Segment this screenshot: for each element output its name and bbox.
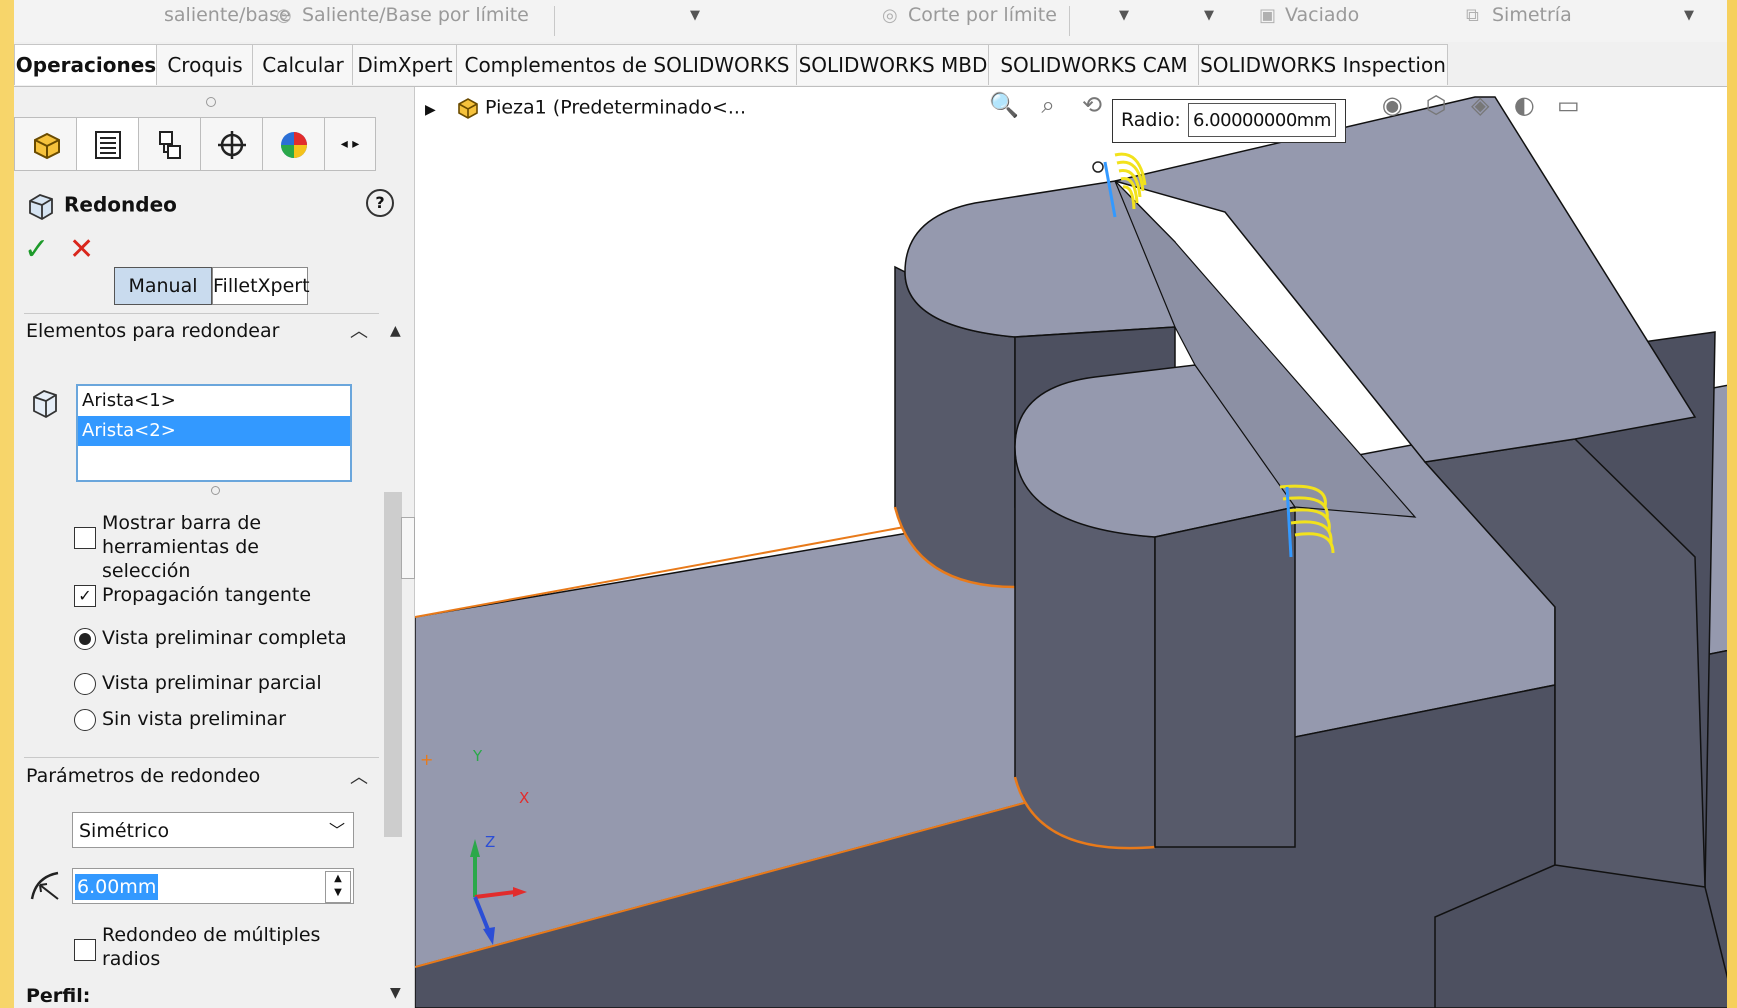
part-icon bbox=[455, 95, 485, 121]
option-label: Mostrar barra de herramientas de selecci… bbox=[102, 512, 262, 582]
cmd-extrude-base[interactable]: saliente/base bbox=[164, 4, 291, 26]
zoom-to-area-icon[interactable]: ⌕ bbox=[1029, 91, 1067, 119]
display-style-icon[interactable]: ◈ bbox=[1461, 91, 1499, 119]
axis-x-label: X bbox=[519, 789, 530, 807]
mirror-icon: ⧉ bbox=[1466, 5, 1479, 26]
chevron-down-icon[interactable]: ▼ bbox=[690, 8, 700, 23]
cancel-button[interactable]: ✕ bbox=[69, 232, 94, 267]
fillet-method-select[interactable]: Simétrico ﹀ bbox=[72, 812, 354, 848]
fillet-icon bbox=[26, 191, 56, 221]
hide-show-items-icon[interactable]: ◐ bbox=[1505, 91, 1543, 119]
radius-input[interactable]: 6.00mm ▲ ▼ bbox=[72, 868, 354, 904]
filletxpert-button[interactable]: FilletXpert bbox=[212, 267, 310, 305]
chevron-down-icon[interactable]: ▼ bbox=[1684, 8, 1694, 23]
scrollbar-thumb[interactable] bbox=[384, 492, 402, 837]
zoom-to-fit-icon[interactable]: 🔍 bbox=[985, 91, 1023, 119]
panel-grip[interactable] bbox=[206, 97, 216, 107]
list-resize-grip[interactable] bbox=[211, 486, 220, 495]
feature-manager-icon[interactable] bbox=[14, 117, 78, 171]
divider bbox=[24, 757, 379, 758]
tab-dimxpert[interactable]: DimXpert bbox=[352, 44, 458, 85]
option-label: Sin vista preliminar bbox=[102, 708, 286, 730]
property-manager-icon[interactable] bbox=[76, 117, 140, 171]
radius-callout[interactable]: Radio: 6.00000000mm bbox=[1112, 99, 1346, 143]
boundary-boss-icon: ◎ bbox=[276, 5, 292, 26]
previous-view-icon[interactable]: ⟲ bbox=[1073, 91, 1111, 119]
list-item[interactable]: Arista<1> bbox=[78, 386, 350, 416]
manual-button[interactable]: Manual bbox=[114, 267, 212, 305]
view-orientation-icon[interactable]: ⬡ bbox=[1417, 91, 1455, 119]
feature-tree-root[interactable]: ▶ Pieza1 (Predeterminado<... bbox=[425, 95, 746, 121]
option-label: Propagación tangente bbox=[102, 584, 312, 606]
tab-croquis[interactable]: Croquis bbox=[156, 44, 254, 85]
radius-icon bbox=[28, 867, 64, 903]
feature-tabs: ◂ ▸ bbox=[14, 117, 414, 171]
help-icon[interactable]: ? bbox=[366, 189, 394, 217]
axis-z-label: Z bbox=[485, 833, 496, 851]
divider bbox=[554, 6, 555, 36]
solidworks-window: saliente/base ◎ Saliente/Base por límite … bbox=[14, 0, 1727, 1008]
multi-radius-checkbox[interactable] bbox=[74, 939, 96, 961]
section-view-icon[interactable]: ◉ bbox=[1373, 91, 1411, 119]
edge-selection-icon bbox=[30, 387, 60, 421]
partial-preview-radio[interactable] bbox=[74, 673, 96, 695]
radius-callout-field[interactable]: 6.00000000mm bbox=[1188, 103, 1336, 137]
chevron-down-icon[interactable]: ▼ bbox=[1204, 8, 1214, 23]
command-manager-tabs: Operaciones Croquis Calcular DimXpert Co… bbox=[14, 42, 1727, 87]
section-title-params: Parámetros de redondeo bbox=[26, 765, 261, 787]
expand-arrow-icon[interactable]: ▶ bbox=[425, 102, 449, 118]
edge-selection-list[interactable]: Arista<1> Arista<2> bbox=[76, 384, 352, 482]
tab-mbd[interactable]: SOLIDWORKS MBD bbox=[796, 44, 990, 85]
axis-y-label: Y bbox=[473, 747, 483, 765]
model-3d-view[interactable]: + bbox=[415, 87, 1727, 1008]
display-manager-icon[interactable] bbox=[262, 117, 326, 171]
divider bbox=[24, 313, 379, 314]
divider bbox=[1069, 6, 1070, 36]
svg-text:+: + bbox=[420, 750, 433, 769]
full-preview-radio[interactable] bbox=[74, 628, 96, 650]
no-preview-radio[interactable] bbox=[74, 709, 96, 731]
ok-button[interactable]: ✓ bbox=[24, 232, 49, 267]
dimxpert-icon[interactable] bbox=[200, 117, 264, 171]
shell-icon: ▣ bbox=[1259, 5, 1277, 26]
monitor-icon[interactable]: ▭ bbox=[1549, 91, 1587, 119]
scroll-down-icon[interactable]: ▼ bbox=[390, 985, 401, 1001]
tab-scroll-arrows[interactable]: ◂ ▸ bbox=[324, 117, 376, 171]
command-strip: saliente/base ◎ Saliente/Base por límite … bbox=[14, 0, 1727, 43]
property-manager-panel: ◂ ▸ Redondeo ? ✓ ✕ Manual FilletXpert El… bbox=[14, 87, 415, 1008]
panel-splitter-handle[interactable] bbox=[401, 517, 415, 579]
option-label: Redondeo de múltiples radios bbox=[102, 924, 321, 970]
spin-buttons[interactable]: ▲ ▼ bbox=[325, 871, 351, 903]
page-title: Redondeo bbox=[26, 191, 177, 221]
option-label: Vista preliminar completa bbox=[102, 627, 347, 649]
cmd-mirror[interactable]: ⧉ Simetría bbox=[1466, 4, 1572, 26]
tangent-propagation-checkbox[interactable]: ✓ bbox=[74, 585, 96, 607]
tab-complementos[interactable]: Complementos de SOLIDWORKS bbox=[456, 44, 798, 85]
section-title-profile: Perfil: bbox=[26, 985, 91, 1007]
cmd-shell[interactable]: ▣ Vaciado bbox=[1259, 4, 1359, 26]
tab-cam[interactable]: SOLIDWORKS CAM bbox=[988, 44, 1200, 85]
collapse-icon[interactable]: ︿ bbox=[350, 317, 368, 343]
graphics-area[interactable]: + ▶ Pieza1 (Predeterminado<... 🔍 ⌕ ⟲ ◉ ⬡… bbox=[415, 87, 1727, 1008]
boundary-cut-icon: ◎ bbox=[882, 5, 898, 26]
cmd-boundary-cut[interactable]: ◎ Corte por límite bbox=[882, 4, 1057, 26]
option-label: Vista preliminar parcial bbox=[102, 672, 322, 694]
tab-operaciones[interactable]: Operaciones bbox=[14, 44, 158, 85]
tab-calcular[interactable]: Calcular bbox=[252, 44, 354, 85]
chevron-down-icon: ﹀ bbox=[328, 821, 345, 840]
section-title-items: Elementos para redondear bbox=[26, 320, 280, 342]
configuration-manager-icon[interactable] bbox=[138, 117, 202, 171]
collapse-icon[interactable]: ︿ bbox=[350, 763, 368, 789]
show-selection-toolbar-checkbox[interactable] bbox=[74, 527, 96, 549]
list-item[interactable]: Arista<2> bbox=[78, 416, 350, 446]
tab-inspection[interactable]: SOLIDWORKS Inspection bbox=[1198, 44, 1448, 85]
cmd-boundary-boss[interactable]: ◎ Saliente/Base por límite bbox=[276, 4, 529, 26]
chevron-down-icon[interactable]: ▼ bbox=[1119, 8, 1129, 23]
scroll-up-icon[interactable]: ▲ bbox=[390, 323, 401, 339]
